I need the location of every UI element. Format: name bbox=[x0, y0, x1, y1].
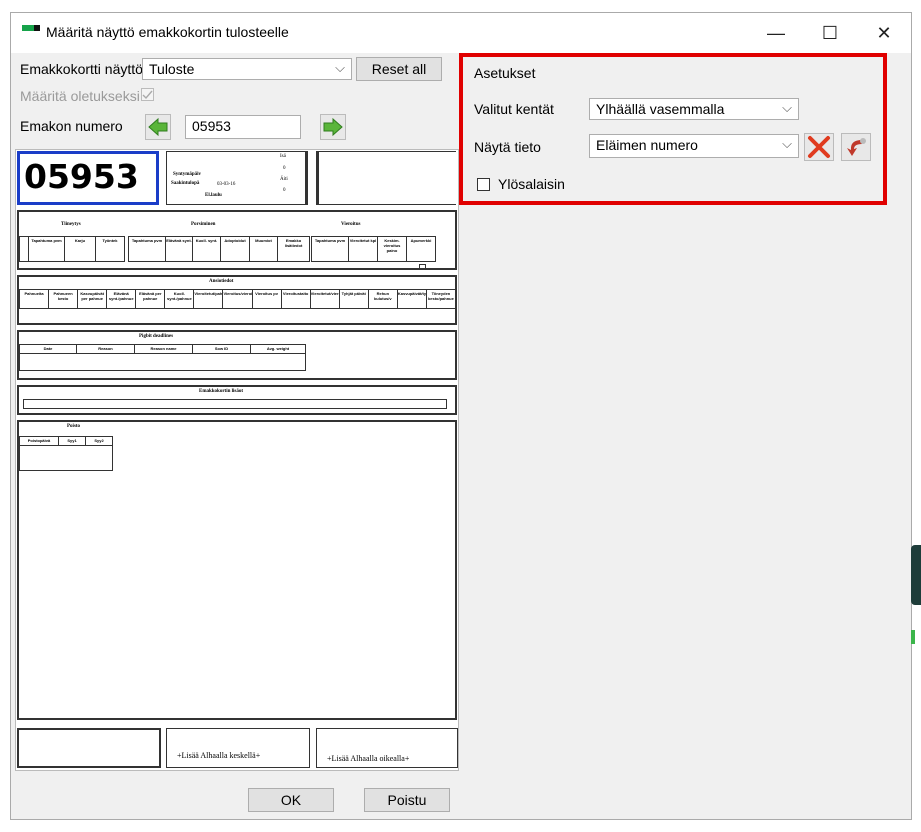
section-header: Vieroitus bbox=[341, 222, 361, 227]
column-header: Pahnueita bbox=[19, 289, 50, 309]
nayta-label: Näytä tieto bbox=[474, 139, 541, 155]
column-header: Työntek bbox=[95, 236, 125, 262]
column-header: Vieroitetut/pahnue bbox=[193, 289, 224, 309]
section-lisatiedot[interactable]: Emakkokortin lisäot bbox=[17, 385, 457, 415]
column-header: Elävänä per pahnue bbox=[135, 289, 166, 309]
section-header: Pigbit deadlines bbox=[139, 334, 174, 339]
column-header: Kasvupäivät/tyhjät bbox=[396, 289, 427, 309]
info-right: 0 bbox=[283, 166, 286, 171]
section-header: Porsiminen bbox=[191, 222, 216, 227]
emakkokortti-label: Emakkokortti näyttö bbox=[20, 61, 143, 77]
info-right: Isä bbox=[280, 154, 286, 159]
footer-right-box[interactable]: +Lisää Alhaalla oikealla+ bbox=[316, 728, 458, 768]
info-line: El.laulu bbox=[205, 193, 222, 198]
column-header: Karju bbox=[64, 236, 96, 262]
info-line: 03-03-16 bbox=[217, 182, 236, 187]
column-header: Vieroitetut kpl bbox=[348, 236, 378, 262]
column-header: Kasvupäivät per pahnue bbox=[77, 289, 108, 309]
column-header: Pahnueen kesto bbox=[48, 289, 79, 309]
info-line: Saakintulopä bbox=[171, 181, 200, 186]
ok-button[interactable]: OK bbox=[248, 788, 334, 812]
big-number-box[interactable]: 05953 bbox=[17, 151, 159, 205]
check-icon bbox=[142, 90, 153, 100]
print-preview: 05953 Syntymäpäiv Saakintulopä 03-03-16 … bbox=[15, 149, 459, 771]
dialog-window: Määritä näyttö emakkokortin tulosteelle … bbox=[10, 12, 912, 820]
column-header: Muumiot bbox=[249, 236, 278, 262]
settings-highlight: Asetukset Valitut kentät Ylhäällä vasemm… bbox=[459, 53, 887, 205]
chevron-down-icon: ⌵ bbox=[782, 100, 792, 115]
ylosalaisin-label: Ylösalaisin bbox=[498, 176, 565, 192]
ylosalaisin-checkbox[interactable] bbox=[477, 178, 490, 191]
footer-mid-box[interactable]: +Lisää Alhaalla keskellä+ bbox=[166, 728, 310, 768]
section-tiineytys[interactable]: Tiineytys Porsiminen Vieroitus Tapahtuma… bbox=[17, 210, 457, 270]
column-header: Kuoll. synt./pahnue bbox=[164, 289, 195, 309]
footer-right-text: +Lisää Alhaalla oikealla+ bbox=[327, 754, 410, 763]
emakon-numero-input[interactable]: 05953 bbox=[185, 115, 301, 139]
column-header: Elävänä synt. bbox=[165, 236, 193, 262]
arrow-left-icon bbox=[148, 117, 168, 137]
emakkokortti-value: Tuloste bbox=[149, 61, 195, 77]
title-bar: Määritä näyttö emakkokortin tulosteelle … bbox=[11, 13, 911, 53]
section-ansiotiedot[interactable]: Ansiotiedot Pahnueita Pahnueen kesto Kasvu… bbox=[17, 275, 457, 325]
reset-all-button[interactable]: Reset all bbox=[356, 57, 442, 81]
column-header: Vieroitus/vieroitus bbox=[222, 289, 253, 309]
emakkokortti-select[interactable]: Tuloste ⌵ bbox=[142, 58, 352, 80]
poistu-button[interactable]: Poistu bbox=[364, 788, 450, 812]
section-header: Poisto bbox=[67, 424, 81, 429]
column-header: Vieroitustaito bbox=[280, 289, 311, 309]
column-header: Apumerkki bbox=[406, 236, 436, 262]
undo-button[interactable] bbox=[841, 133, 871, 161]
minimize-button[interactable]: — bbox=[753, 13, 799, 53]
valitut-select[interactable]: Ylhäällä vasemmalla ⌵ bbox=[589, 98, 799, 120]
info-right: Äiti bbox=[280, 177, 288, 182]
settings-group-title: Asetukset bbox=[474, 65, 536, 81]
info-box[interactable]: Syntymäpäiv Saakintulopä 03-03-16 El.lau… bbox=[166, 151, 308, 205]
section-header: Emakkokortin lisäot bbox=[199, 389, 244, 394]
footer-mid-text: +Lisää Alhaalla keskellä+ bbox=[177, 751, 261, 760]
section-poisto[interactable]: Poisto Poistopäivä Syy1 Syy2 bbox=[17, 420, 457, 720]
info-right: 0 bbox=[283, 188, 286, 193]
column-header: Vieroitetut/vieroitus bbox=[309, 289, 340, 309]
column-header: Rehun kulutus/v bbox=[367, 289, 398, 309]
close-button[interactable]: ✕ bbox=[861, 13, 907, 53]
previous-button[interactable] bbox=[145, 114, 171, 140]
column-header: Tiineyden kesto/pahnue bbox=[425, 289, 456, 309]
footer-left-box[interactable] bbox=[17, 728, 161, 768]
next-button[interactable] bbox=[320, 114, 346, 140]
column-header: Adoptoidut bbox=[220, 236, 250, 262]
emakon-numero-label: Emakon numero bbox=[20, 118, 123, 134]
background-window-edge bbox=[911, 545, 921, 605]
column-header: Tapahtuma pvm bbox=[128, 236, 166, 262]
column-header: Vieroitus pv bbox=[251, 289, 282, 309]
info-line: Syntymäpäiv bbox=[173, 172, 202, 177]
default-checkbox[interactable] bbox=[141, 88, 154, 101]
top-right-box[interactable] bbox=[316, 151, 456, 205]
app-icon bbox=[22, 25, 40, 31]
column-header: Keskim. vieroitus paino bbox=[377, 236, 407, 262]
valitut-label: Valitut kentät bbox=[474, 101, 554, 117]
window-title: Määritä näyttö emakkokortin tulosteelle bbox=[46, 24, 289, 40]
column-header: Kuoll. synt. bbox=[192, 236, 221, 262]
maximize-button[interactable]: ☐ bbox=[807, 13, 853, 53]
default-label: Määritä oletukseksi bbox=[20, 88, 140, 104]
nayta-value: Eläimen numero bbox=[596, 137, 698, 153]
chevron-down-icon: ⌵ bbox=[782, 136, 792, 151]
column-header: Tapahtuma pvm bbox=[28, 236, 65, 262]
background-window-marker bbox=[911, 630, 915, 644]
undo-icon bbox=[847, 138, 866, 156]
column-header: Tapahtuma pvm bbox=[311, 236, 349, 262]
big-number: 05953 bbox=[24, 157, 139, 196]
nayta-select[interactable]: Eläimen numero ⌵ bbox=[589, 134, 799, 158]
arrow-right-icon bbox=[323, 117, 343, 137]
column-header: Tyhjät päivät bbox=[338, 289, 369, 309]
section-header: Ansiotiedot bbox=[209, 279, 234, 284]
red-x-icon bbox=[808, 136, 830, 158]
chevron-down-icon: ⌵ bbox=[335, 60, 345, 75]
column-header: Emakko lisätiedot bbox=[277, 236, 310, 262]
column-header: Elävänä synt./pahnue bbox=[106, 289, 137, 309]
section-header: Tiineytys bbox=[61, 222, 81, 227]
valitut-value: Ylhäällä vasemmalla bbox=[596, 101, 725, 117]
delete-button[interactable] bbox=[804, 133, 834, 161]
section-pigbit[interactable]: Pigbit deadlines Date Reason Reason name… bbox=[17, 330, 457, 380]
